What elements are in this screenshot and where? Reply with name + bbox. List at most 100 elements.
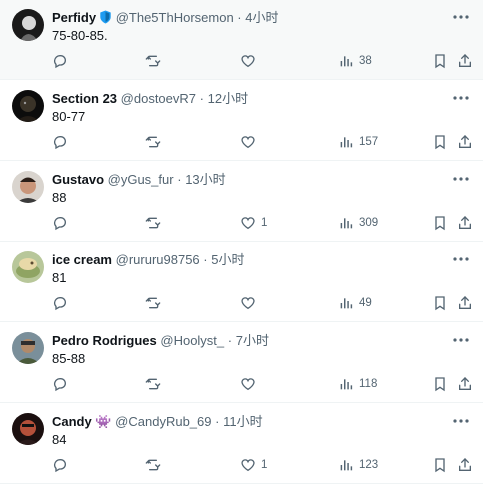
bookmark-button[interactable] <box>432 213 448 233</box>
views-button[interactable]: 49 <box>338 293 372 313</box>
bookmark-button[interactable] <box>432 293 448 313</box>
heart-icon <box>240 53 256 69</box>
display-name[interactable]: Candy <box>52 414 92 429</box>
reply-icon <box>52 53 68 69</box>
views-button[interactable]: 118 <box>338 374 377 394</box>
more-icon[interactable] <box>453 10 469 24</box>
like-button[interactable] <box>240 132 261 152</box>
display-name[interactable]: Pedro Rodrigues <box>52 333 157 348</box>
bookmark-button[interactable] <box>432 374 448 394</box>
reply-button[interactable] <box>52 293 68 313</box>
avatar[interactable] <box>12 9 44 41</box>
tweet[interactable]: Candy 👾 @CandyRub_69 · 11小时 84 1 123 <box>0 404 483 484</box>
tweet-actions: 1 309 <box>52 213 473 233</box>
tweet-actions: 157 <box>52 132 473 152</box>
share-button[interactable] <box>457 455 473 475</box>
views-button[interactable]: 123 <box>338 455 378 475</box>
share-button[interactable] <box>457 293 473 313</box>
heart-icon <box>240 215 256 231</box>
bookmark-button[interactable] <box>432 51 448 71</box>
view-count: 118 <box>359 378 378 390</box>
more-icon[interactable] <box>453 333 469 347</box>
avatar[interactable] <box>12 332 44 364</box>
display-name[interactable]: ice cream <box>52 252 112 267</box>
like-button[interactable] <box>240 51 261 71</box>
tweet[interactable]: Perfidy @The5ThHorsemon · 4小时 75-80-85. … <box>0 0 483 80</box>
share-button[interactable] <box>457 213 473 233</box>
user-handle[interactable]: @CandyRub_69 <box>115 414 211 429</box>
separator: · <box>227 333 233 348</box>
reply-button[interactable] <box>52 455 68 475</box>
display-name[interactable]: Gustavo <box>52 172 104 187</box>
retweet-icon <box>145 215 161 231</box>
tweet[interactable]: Gustavo @yGus_fur · 13小时 88 1 309 <box>0 162 483 242</box>
tweet-header: Section 23 @dostoevR7 · 12小时 <box>52 90 453 108</box>
user-handle[interactable]: @The5ThHorsemon <box>116 10 234 25</box>
share-icon <box>457 457 473 473</box>
timestamp[interactable]: 7小时 <box>236 333 269 348</box>
share-button[interactable] <box>457 51 473 71</box>
more-icon[interactable] <box>453 414 469 428</box>
timestamp[interactable]: 5小时 <box>211 252 244 267</box>
share-button[interactable] <box>457 374 473 394</box>
retweet-icon <box>145 376 161 392</box>
share-button[interactable] <box>457 132 473 152</box>
retweet-button[interactable] <box>145 51 161 71</box>
share-icon <box>457 215 473 231</box>
bookmark-icon <box>432 53 448 69</box>
tweet-actions: 1 123 <box>52 455 473 475</box>
more-icon[interactable] <box>453 172 469 186</box>
tweet-text: 80-77 <box>52 109 86 124</box>
like-button[interactable]: 1 <box>240 213 267 233</box>
avatar[interactable] <box>12 413 44 445</box>
reply-button[interactable] <box>52 213 68 233</box>
view-count: 123 <box>359 459 379 471</box>
timestamp[interactable]: 12小时 <box>208 91 248 106</box>
timestamp[interactable]: 13小时 <box>185 172 225 187</box>
user-handle[interactable]: @rururu98756 <box>116 252 200 267</box>
reply-button[interactable] <box>52 132 68 152</box>
retweet-button[interactable] <box>145 132 161 152</box>
reply-button[interactable] <box>52 374 68 394</box>
user-handle[interactable]: @dostoevR7 <box>121 91 196 106</box>
bookmark-icon <box>432 376 448 392</box>
tweet-header: Pedro Rodrigues @Hoolyst_ · 7小时 <box>52 332 453 350</box>
like-count: 1 <box>261 217 268 229</box>
views-icon <box>338 53 354 69</box>
bookmark-button[interactable] <box>432 132 448 152</box>
bookmark-button[interactable] <box>432 455 448 475</box>
views-button[interactable]: 38 <box>338 51 372 71</box>
user-handle[interactable]: @yGus_fur <box>108 172 174 187</box>
views-button[interactable]: 157 <box>338 132 378 152</box>
tweet-feed: Perfidy @The5ThHorsemon · 4小时 75-80-85. … <box>0 0 500 487</box>
tweet-header: ice cream @rururu98756 · 5小时 <box>52 251 453 269</box>
timestamp[interactable]: 11小时 <box>223 414 263 429</box>
like-button[interactable] <box>240 293 261 313</box>
retweet-button[interactable] <box>145 374 161 394</box>
heart-icon <box>240 376 256 392</box>
tweet-header: Gustavo @yGus_fur · 13小时 <box>52 171 453 189</box>
reply-button[interactable] <box>52 51 68 71</box>
timestamp[interactable]: 4小时 <box>245 10 278 25</box>
avatar[interactable] <box>12 90 44 122</box>
views-icon <box>338 295 354 311</box>
tweet[interactable]: Pedro Rodrigues @Hoolyst_ · 7小时 85-88 11… <box>0 323 483 403</box>
retweet-button[interactable] <box>145 455 161 475</box>
retweet-button[interactable] <box>145 213 161 233</box>
share-icon <box>457 376 473 392</box>
tweet[interactable]: ice cream @rururu98756 · 5小时 81 49 <box>0 242 483 322</box>
like-button[interactable]: 1 <box>240 455 267 475</box>
like-button[interactable] <box>240 374 261 394</box>
retweet-button[interactable] <box>145 293 161 313</box>
display-name[interactable]: Section 23 <box>52 91 117 106</box>
tweet[interactable]: Section 23 @dostoevR7 · 12小时 80-77 157 <box>0 81 483 161</box>
avatar[interactable] <box>12 251 44 283</box>
display-name[interactable]: Perfidy <box>52 10 96 25</box>
views-button[interactable]: 309 <box>338 213 378 233</box>
view-count: 157 <box>359 136 379 148</box>
view-count: 49 <box>359 297 372 309</box>
avatar[interactable] <box>12 171 44 203</box>
more-icon[interactable] <box>453 91 469 105</box>
user-handle[interactable]: @Hoolyst_ <box>160 333 224 348</box>
more-icon[interactable] <box>453 252 469 266</box>
